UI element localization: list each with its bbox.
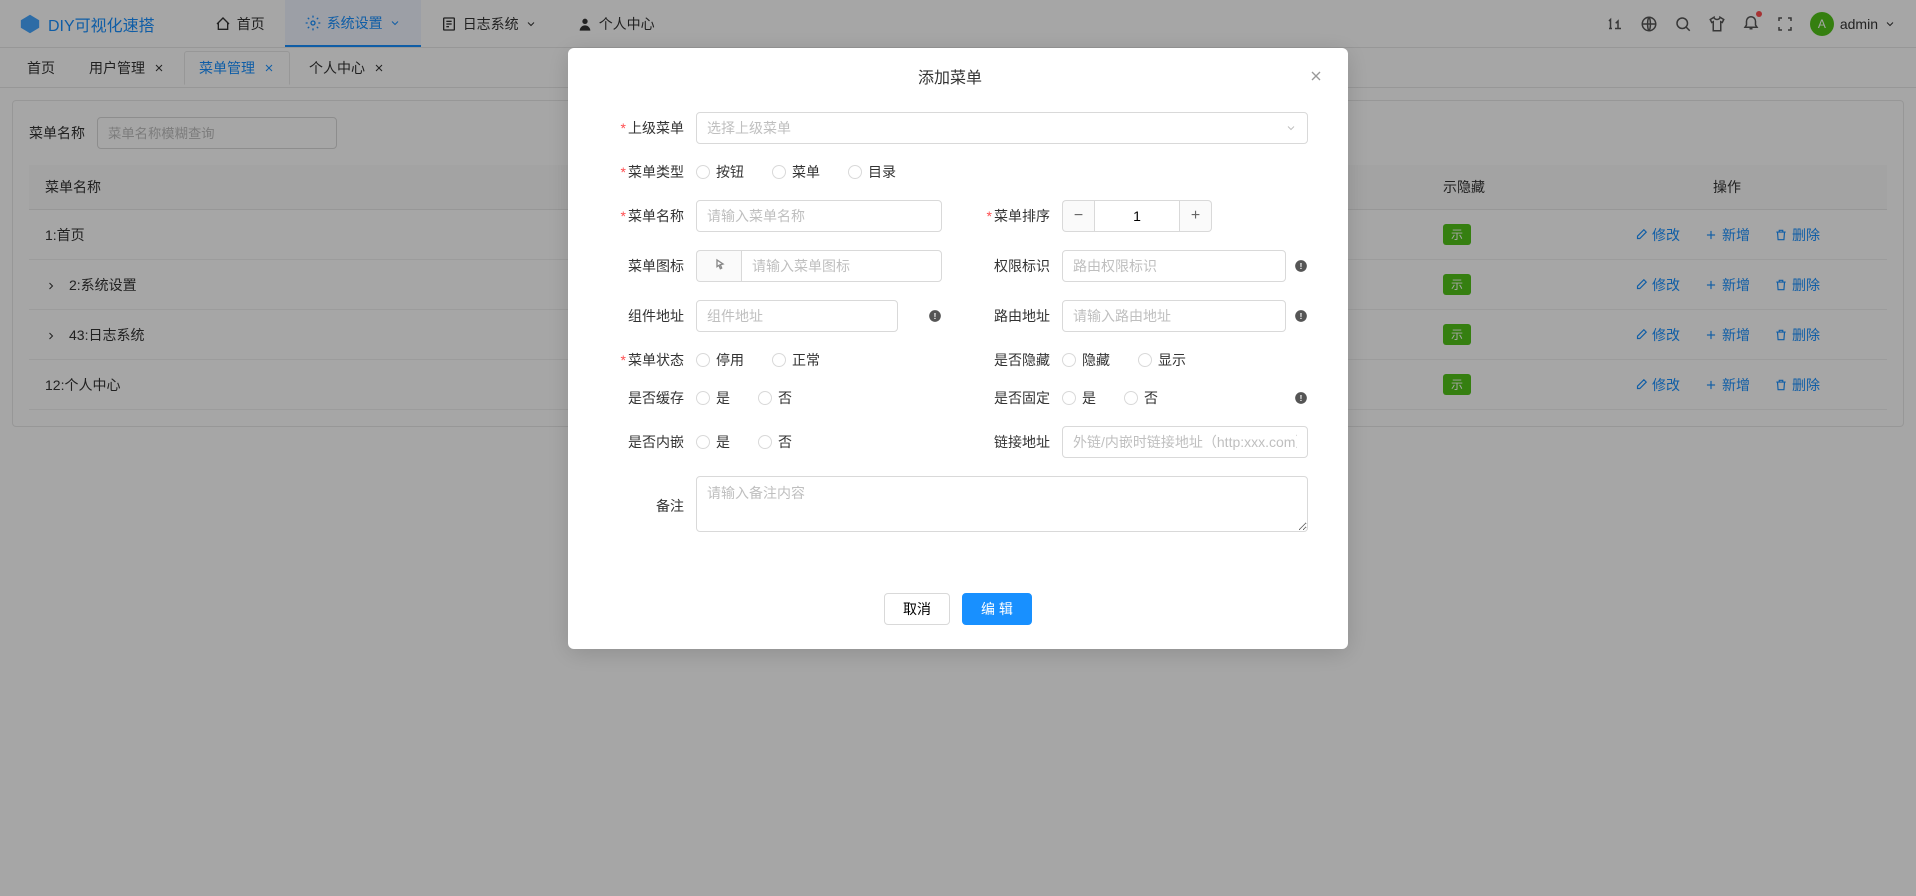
label-menu-sort: 菜单排序 <box>994 208 1050 224</box>
number-input-sort: − + <box>1062 200 1212 232</box>
textarea-remark[interactable] <box>696 476 1308 532</box>
field-menu-icon: 菜单图标 <box>608 250 942 282</box>
submit-button[interactable]: 编 辑 <box>962 593 1032 625</box>
select-placeholder: 选择上级菜单 <box>707 118 791 138</box>
label-parent-menu: 上级菜单 <box>628 120 684 136</box>
radio-fixed-no[interactable]: 否 <box>1124 388 1158 408</box>
label-menu-name: 菜单名称 <box>628 208 684 224</box>
increment-button[interactable]: + <box>1180 200 1212 232</box>
radio-label: 是 <box>716 432 730 452</box>
input-menu-icon[interactable] <box>741 250 942 282</box>
radio-label: 否 <box>778 388 792 408</box>
info-icon[interactable]: ! <box>1294 391 1308 405</box>
radio-label: 否 <box>1144 388 1158 408</box>
svg-text:!: ! <box>1300 312 1303 321</box>
label-component-path: 组件地址 <box>628 308 684 324</box>
radio-label: 隐藏 <box>1082 350 1110 370</box>
field-menu-sort: *菜单排序 − + <box>974 200 1308 232</box>
radio-embed-yes[interactable]: 是 <box>696 432 730 452</box>
radio-label: 菜单 <box>792 162 820 182</box>
label-remark: 备注 <box>656 498 684 514</box>
select-parent-menu[interactable]: 选择上级菜单 <box>696 112 1308 144</box>
field-is-embed: 是否内嵌 是 否 <box>608 432 942 452</box>
radio-label: 否 <box>778 432 792 452</box>
field-menu-type: *菜单类型 按钮 菜单 目录 <box>608 162 1308 182</box>
radio-disabled[interactable]: 停用 <box>696 350 744 370</box>
icon-picker-button[interactable] <box>696 250 741 282</box>
radio-label: 目录 <box>868 162 896 182</box>
modal-footer: 取消 编 辑 <box>568 577 1348 649</box>
radio-label: 是 <box>716 388 730 408</box>
modal-title: 添加菜单 <box>592 64 1308 88</box>
field-menu-status: *菜单状态 停用 正常 <box>608 350 942 370</box>
input-link-url[interactable] <box>1062 426 1308 458</box>
label-is-embed: 是否内嵌 <box>628 434 684 450</box>
svg-text:!: ! <box>1300 394 1303 403</box>
close-icon[interactable] <box>1308 68 1324 84</box>
svg-text:!: ! <box>1300 262 1303 271</box>
modal-body: *上级菜单 选择上级菜单 *菜单类型 按钮 菜单 <box>568 104 1348 577</box>
decrement-button[interactable]: − <box>1062 200 1094 232</box>
input-permission[interactable] <box>1062 250 1286 282</box>
label-is-cache: 是否缓存 <box>628 390 684 406</box>
radio-embed-no[interactable]: 否 <box>758 432 792 452</box>
input-route-path[interactable] <box>1062 300 1286 332</box>
pointer-icon <box>711 258 727 274</box>
chevron-down-icon <box>1285 122 1297 134</box>
field-link-url: 链接地址 <box>974 426 1308 458</box>
cancel-button[interactable]: 取消 <box>884 593 950 625</box>
field-component-path: 组件地址 ! <box>608 300 942 332</box>
field-is-cache: 是否缓存 是 否 <box>608 388 942 408</box>
label-menu-icon: 菜单图标 <box>628 258 684 274</box>
label-link-url: 链接地址 <box>994 434 1050 450</box>
label-route-path: 路由地址 <box>994 308 1050 324</box>
input-menu-name[interactable] <box>696 200 942 232</box>
radio-hidden[interactable]: 隐藏 <box>1062 350 1110 370</box>
field-parent-menu: *上级菜单 选择上级菜单 <box>608 112 1308 144</box>
field-is-fixed: 是否固定 是 否 ! <box>974 388 1308 408</box>
field-menu-name: *菜单名称 <box>608 200 942 232</box>
label-menu-type: 菜单类型 <box>628 164 684 180</box>
info-icon[interactable]: ! <box>1294 309 1308 323</box>
radio-label: 正常 <box>792 350 820 370</box>
field-permission: 权限标识 ! <box>974 250 1308 282</box>
input-sort-value[interactable] <box>1094 200 1180 232</box>
label-is-hidden: 是否隐藏 <box>994 352 1050 368</box>
info-icon[interactable]: ! <box>928 309 942 323</box>
radio-fixed-yes[interactable]: 是 <box>1062 388 1096 408</box>
label-permission: 权限标识 <box>994 258 1050 274</box>
field-remark: 备注 <box>608 476 1308 535</box>
field-is-hidden: 是否隐藏 隐藏 显示 <box>974 350 1308 370</box>
radio-label: 显示 <box>1158 350 1186 370</box>
radio-normal[interactable]: 正常 <box>772 350 820 370</box>
radio-label: 按钮 <box>716 162 744 182</box>
label-menu-status: 菜单状态 <box>628 352 684 368</box>
input-component-path[interactable] <box>696 300 898 332</box>
modal: 添加菜单 *上级菜单 选择上级菜单 *菜单类型 <box>568 48 1348 649</box>
radio-cache-yes[interactable]: 是 <box>696 388 730 408</box>
radio-cache-no[interactable]: 否 <box>758 388 792 408</box>
radio-group-menu-type: 按钮 菜单 目录 <box>696 162 1308 182</box>
label-is-fixed: 是否固定 <box>994 390 1050 406</box>
radio-directory[interactable]: 目录 <box>848 162 896 182</box>
info-icon[interactable]: ! <box>1294 259 1308 273</box>
modal-overlay[interactable]: 添加菜单 *上级菜单 选择上级菜单 *菜单类型 <box>0 0 1916 896</box>
modal-header: 添加菜单 <box>568 48 1348 104</box>
radio-menu[interactable]: 菜单 <box>772 162 820 182</box>
radio-show[interactable]: 显示 <box>1138 350 1186 370</box>
radio-label: 停用 <box>716 350 744 370</box>
radio-label: 是 <box>1082 388 1096 408</box>
svg-text:!: ! <box>934 312 937 321</box>
radio-button[interactable]: 按钮 <box>696 162 744 182</box>
field-route-path: 路由地址 ! <box>974 300 1308 332</box>
